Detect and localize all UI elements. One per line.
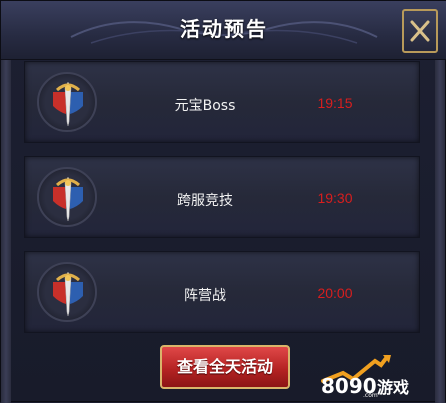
dialog-title: 活动预告: [180, 17, 268, 41]
activity-name: 跨服竞技: [177, 193, 233, 209]
brand-watermark-logo: 8090 游戏 .com: [321, 355, 409, 397]
activity-row: 元宝Boss 19:15: [24, 61, 420, 143]
close-button[interactable]: [402, 9, 438, 53]
sword-shield-emblem-icon: [53, 271, 83, 317]
activity-emblem: [37, 167, 97, 227]
activity-emblem: [37, 262, 97, 322]
activity-name: 阵营战: [184, 288, 226, 304]
dialog-header: 活动预告: [1, 1, 446, 60]
activity-time: 19:30: [317, 190, 353, 206]
activity-preview-dialog: 活动预告 元宝Boss 19:15 跨服竞技 19:30 阵营战 20:00 查…: [0, 0, 446, 403]
view-all-activities-button[interactable]: 查看全天活动: [160, 345, 290, 389]
dialog-right-border: [435, 1, 445, 403]
activity-row: 跨服竞技 19:30: [24, 156, 420, 238]
activity-time: 20:00: [317, 285, 353, 301]
sword-shield-emblem-icon: [53, 176, 83, 222]
activity-row: 阵营战 20:00: [24, 251, 420, 333]
activity-name: 元宝Boss: [174, 98, 236, 114]
svg-text:游戏: 游戏: [377, 378, 409, 397]
sword-shield-emblem-icon: [53, 81, 83, 127]
svg-text:.com: .com: [363, 392, 378, 397]
activity-time: 19:15: [317, 95, 353, 111]
dialog-left-border: [1, 1, 11, 403]
activity-emblem: [37, 72, 97, 132]
close-x-icon: [410, 20, 430, 42]
